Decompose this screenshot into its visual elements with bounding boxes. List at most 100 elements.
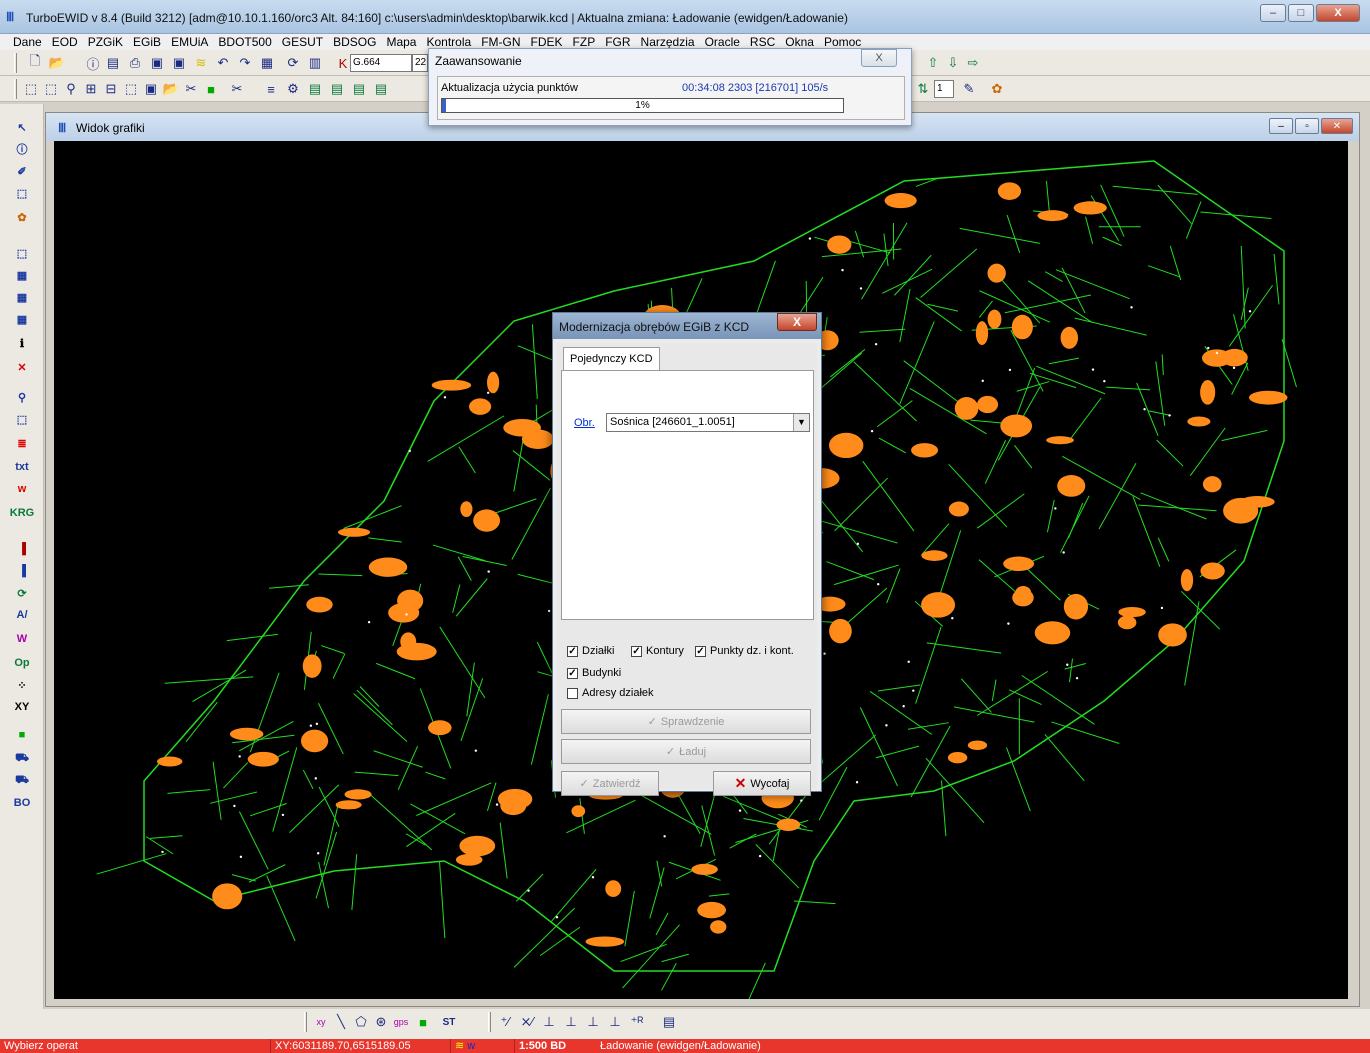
print-icon[interactable]: ⎙ bbox=[126, 54, 144, 72]
frame-tool-icon[interactable]: ⬚ bbox=[10, 244, 34, 262]
structure-icon-1[interactable]: ▤ bbox=[306, 80, 324, 98]
measure-4-icon[interactable]: ⊥ bbox=[606, 1013, 624, 1031]
check-dzialki[interactable]: ✓ Działki bbox=[567, 645, 614, 657]
measure-3-icon[interactable]: ⊥ bbox=[584, 1013, 602, 1031]
wa-icon[interactable]: W bbox=[10, 630, 34, 648]
bottom-grip-1[interactable] bbox=[304, 1012, 307, 1032]
layers-icon[interactable]: ≋ bbox=[192, 54, 210, 72]
menu-bdsog[interactable]: BDSOG bbox=[328, 34, 381, 50]
checkbox-punkty[interactable]: ✓ bbox=[695, 645, 706, 657]
info-tool-icon[interactable]: ⓘ bbox=[10, 140, 34, 158]
dialog-close-button[interactable]: X bbox=[777, 313, 817, 331]
menu-gesut[interactable]: GESUT bbox=[277, 34, 328, 50]
check-kontury[interactable]: ✓ Kontury bbox=[631, 645, 684, 657]
table-edit-icon[interactable]: ⊟ bbox=[102, 80, 120, 98]
structure-icon-4[interactable]: ▤ bbox=[372, 80, 390, 98]
cycle-icon[interactable]: ⟳ bbox=[10, 584, 34, 602]
target-icon[interactable]: ⊛ bbox=[372, 1013, 390, 1031]
graphics-minimize-button[interactable]: – bbox=[1269, 118, 1293, 134]
code-input[interactable]: G.664 bbox=[350, 54, 412, 72]
obr-select[interactable]: Sośnica [246601_1.0051] ▼ bbox=[606, 413, 810, 432]
folder-edit-icon[interactable]: 📂 bbox=[162, 80, 180, 98]
close-button[interactable]: X bbox=[1316, 4, 1360, 22]
xy-draw-icon[interactable]: xy bbox=[312, 1013, 330, 1031]
info-pointer-icon[interactable]: ℹ bbox=[10, 334, 34, 352]
delete-icon[interactable]: ✕ bbox=[10, 358, 34, 376]
menu-mapa[interactable]: Mapa bbox=[381, 34, 421, 50]
save-as-icon[interactable]: ▣ bbox=[170, 54, 188, 72]
menu-eod[interactable]: EOD bbox=[47, 34, 83, 50]
chevron-down-icon[interactable]: ▼ bbox=[793, 414, 809, 431]
structure-icon-3[interactable]: ▤ bbox=[350, 80, 368, 98]
cut-icon[interactable]: ✂ bbox=[182, 80, 200, 98]
checkbox-dzialki[interactable]: ✓ bbox=[567, 645, 578, 657]
line-plus-icon[interactable]: ⁺∕ bbox=[496, 1013, 514, 1031]
color-icon[interactable]: ✿ bbox=[10, 208, 34, 226]
column-2-icon[interactable]: ▐ bbox=[10, 562, 34, 580]
measure-2-icon[interactable]: ⊥ bbox=[562, 1013, 580, 1031]
load-button[interactable]: ✓ Ładuj bbox=[561, 739, 811, 764]
toolbar-grip[interactable] bbox=[14, 53, 17, 73]
select-area-icon[interactable]: ⬚ bbox=[10, 410, 34, 428]
select-all-icon[interactable]: ⬚ bbox=[42, 80, 60, 98]
scale-input[interactable]: 1 bbox=[934, 80, 954, 98]
points-icon[interactable]: ⁘ bbox=[10, 676, 34, 694]
w-tool[interactable]: w bbox=[10, 480, 34, 498]
progress-close-button[interactable]: X bbox=[861, 49, 897, 67]
frame-icon[interactable]: ⬚ bbox=[122, 80, 140, 98]
grid-check-2-icon[interactable]: ▦ bbox=[10, 288, 34, 306]
structure-icon-2[interactable]: ▤ bbox=[328, 80, 346, 98]
measure-r-icon[interactable]: ⁺ᴿ bbox=[628, 1013, 646, 1031]
filter-icon[interactable]: ⚲ bbox=[62, 80, 80, 98]
menu-pzgik[interactable]: PZGiK bbox=[83, 34, 128, 50]
menu-egib[interactable]: EGiB bbox=[128, 34, 166, 50]
op-tool[interactable]: Op bbox=[10, 654, 34, 672]
print-preview-icon[interactable]: ▣ bbox=[142, 80, 160, 98]
arrow-up-icon[interactable]: ⇧ bbox=[924, 54, 942, 72]
document-icon[interactable]: ▤ bbox=[104, 54, 122, 72]
arrow-right-icon[interactable]: ⇨ bbox=[964, 54, 982, 72]
sort-icon[interactable]: ⇅ bbox=[914, 80, 932, 98]
graphics-close-button[interactable]: ✕ bbox=[1321, 118, 1353, 134]
cancel-button[interactable]: ✕ Wycofaj bbox=[713, 771, 811, 796]
select-rect-icon[interactable]: ⬚ bbox=[10, 184, 34, 202]
list-red-icon[interactable]: ≣ bbox=[10, 434, 34, 452]
info-icon[interactable]: ⓘ bbox=[84, 54, 102, 72]
open-folder-icon[interactable]: 📂 bbox=[48, 54, 66, 72]
confirm-button[interactable]: ✓ Zatwierdź bbox=[561, 771, 659, 796]
pen-icon[interactable]: ✎ bbox=[960, 80, 978, 98]
text-transform-icon[interactable]: A/ bbox=[10, 606, 34, 624]
redo-icon[interactable]: ↷ bbox=[236, 54, 254, 72]
database-icon[interactable]: ▥ bbox=[306, 54, 324, 72]
undo-icon[interactable]: ↶ bbox=[214, 54, 232, 72]
toolbar-grip-2[interactable] bbox=[14, 79, 17, 99]
new-file-icon[interactable]: 🗋 bbox=[26, 53, 44, 72]
line-x-icon[interactable]: ⨯∕ bbox=[518, 1013, 536, 1031]
maximize-button[interactable]: □ bbox=[1288, 4, 1314, 22]
grid-check-icon[interactable]: ▦ bbox=[10, 266, 34, 284]
refresh-icon[interactable]: ⟳ bbox=[284, 54, 302, 72]
check-budynki[interactable]: ✓ Budynki bbox=[567, 667, 621, 679]
shape-icon[interactable]: ⬠ bbox=[352, 1013, 370, 1031]
checkbox-kontury[interactable]: ✓ bbox=[631, 645, 642, 657]
pointer-icon[interactable]: ↖ bbox=[10, 118, 34, 136]
search-db-icon[interactable]: ⚲ bbox=[10, 388, 34, 406]
green-box-icon[interactable]: ■ bbox=[10, 726, 34, 744]
green-tool-icon[interactable]: ■ bbox=[414, 1013, 432, 1031]
tab-single-kcd[interactable]: Pojedynczy KCD bbox=[563, 347, 660, 371]
table-icon[interactable]: ⊞ bbox=[82, 80, 100, 98]
minimize-button[interactable]: – bbox=[1260, 4, 1286, 22]
check-punkty[interactable]: ✓ Punkty dz. i kont. bbox=[695, 645, 794, 657]
green-square-icon[interactable]: ■ bbox=[202, 80, 220, 98]
grid-empty-icon[interactable]: ▦ bbox=[10, 310, 34, 328]
checkbox-budynki[interactable]: ✓ bbox=[567, 667, 578, 679]
network-icon[interactable]: ⚙ bbox=[284, 80, 302, 98]
save-icon[interactable]: ▣ bbox=[148, 54, 166, 72]
check-adresy[interactable]: Adresy działek bbox=[567, 687, 654, 699]
st-tool[interactable]: ST bbox=[440, 1013, 458, 1031]
krg-tool[interactable]: KRG bbox=[10, 504, 34, 522]
grid-icon[interactable]: ▦ bbox=[258, 54, 276, 72]
scissors-icon[interactable]: ✂ bbox=[228, 80, 246, 98]
arrow-down-icon[interactable]: ⇩ bbox=[944, 54, 962, 72]
obr-link[interactable]: Obr. bbox=[574, 417, 595, 429]
